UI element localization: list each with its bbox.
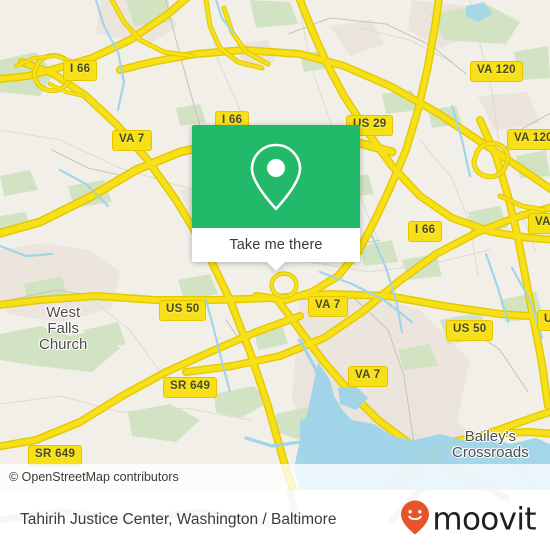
road-shield: VA 120 xyxy=(528,213,550,234)
road-shield: SR 649 xyxy=(163,377,218,398)
road-shield: VA 7 xyxy=(308,296,348,317)
moovit-logo: moovit xyxy=(400,500,537,541)
road-shield: VA 7 xyxy=(112,130,152,151)
road-shield: SR 649 xyxy=(28,445,83,466)
road-shield: I 66 xyxy=(408,221,443,242)
take-me-there-label: Take me there xyxy=(229,237,323,253)
popup-pointer-tail xyxy=(267,262,285,271)
popup-header xyxy=(192,125,360,228)
station-title: Tahirih Justice Center, Washington / Bal… xyxy=(20,511,337,528)
road-shield: US 50 xyxy=(159,300,207,321)
map-pin-icon xyxy=(247,141,305,213)
map-viewport[interactable]: .rdcase { fill:none; stroke:#e3c900; str… xyxy=(0,0,550,490)
map-attribution-bar: © OpenStreetMap contributors xyxy=(0,464,550,490)
osm-attribution-text[interactable]: © OpenStreetMap contributors xyxy=(0,470,179,484)
road-shield: I 66 xyxy=(63,60,98,81)
popup-action-bar[interactable]: Take me there xyxy=(192,228,360,262)
road-shield: VA 120 xyxy=(470,61,523,82)
road-shield: VA 120 xyxy=(507,129,550,150)
moovit-station-card: .rdcase { fill:none; stroke:#e3c900; str… xyxy=(0,0,550,550)
moovit-wordmark: moovit xyxy=(432,501,536,538)
road-shield: VA 7 xyxy=(348,366,388,387)
road-shield: US xyxy=(537,310,550,331)
destination-popup[interactable]: Take me there xyxy=(192,125,360,271)
moovit-smiley-pin-icon xyxy=(400,500,430,541)
footer-bar: Tahirih Justice Center, Washington / Bal… xyxy=(0,490,550,550)
road-shield: US 50 xyxy=(446,320,494,341)
